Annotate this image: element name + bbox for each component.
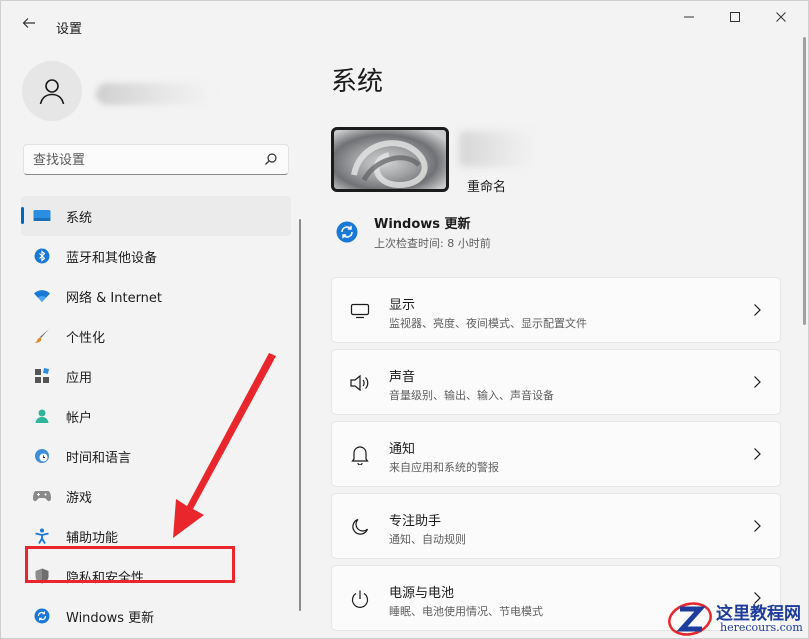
sidebar-item-label: 辅助功能 [66,530,119,546]
watermark-url: herecours.com [720,621,803,634]
sidebar-item-gaming[interactable]: 游戏 [21,476,291,516]
bluetooth-icon [33,247,51,265]
account-icon [33,407,51,425]
search-box[interactable] [23,144,289,175]
device-wallpaper-thumbnail [331,127,449,192]
bell-icon [349,444,371,466]
rename-link[interactable]: 重命名 [467,176,506,195]
device-name-redacted [459,131,539,167]
watermark: 这里教程网 herecours.com [664,597,808,638]
monitor-icon [33,207,51,225]
sidebar-item-label: 网络 & Internet [66,290,163,306]
page-title: 系统 [331,67,384,97]
sidebar-item-system[interactable]: 系统 [21,196,291,236]
search-input[interactable] [33,151,253,169]
windows-update-icon [336,221,358,243]
chevron-right-icon [754,304,761,316]
power-icon [349,588,371,610]
sidebar-item-label: 个性化 [66,330,106,346]
person-icon [39,79,65,105]
display-icon [349,300,371,322]
app-title: 设置 [56,22,83,37]
avatar[interactable] [22,61,82,121]
windows-update-status[interactable]: Windows 更新 上次检查时间: 8 小时前 [334,211,634,255]
sidebar-item-label: 应用 [66,370,93,386]
card-subtitle: 通知、自动规则 [389,533,466,546]
card-subtitle: 来自应用和系统的警报 [389,461,499,474]
watermark-logo-icon [668,602,712,636]
sidebar-item-label: Windows 更新 [66,610,155,626]
card-focus-assist[interactable]: 专注助手 通知、自动规则 [331,493,781,559]
search-icon[interactable] [264,152,278,166]
sidebar-item-label: 游戏 [66,490,93,506]
card-subtitle: 监视器、亮度、夜间模式、显示配置文件 [389,317,587,330]
card-sound[interactable]: 声音 音量级别、输出、输入、声音设备 [331,349,781,415]
card-subtitle: 睡眠、电池使用情况、节电模式 [389,605,543,618]
chevron-right-icon [754,376,761,388]
sidebar-item-apps[interactable]: 应用 [21,356,291,396]
sidebar-item-network[interactable]: 网络 & Internet [21,276,291,316]
card-title: 专注助手 [389,514,442,529]
wifi-icon [33,287,51,305]
card-subtitle: 音量级别、输出、输入、声音设备 [389,389,554,402]
sidebar-item-time-language[interactable]: 时间和语言 [21,436,291,476]
card-title: 显示 [389,298,416,313]
sidebar-scrollbar[interactable] [299,219,301,611]
windows-update-icon [33,607,51,625]
sidebar-item-accounts[interactable]: 帐户 [21,396,291,436]
sidebar-item-label: 蓝牙和其他设备 [66,250,158,266]
windows-update-last-check: 上次检查时间: 8 小时前 [374,237,491,250]
annotation-highlight-box [25,546,235,583]
sidebar-item-bluetooth[interactable]: 蓝牙和其他设备 [21,236,291,276]
chevron-right-icon [754,448,761,460]
settings-window: 设置 系统 [0,0,809,639]
speaker-icon [349,372,371,394]
settings-cards: 显示 监视器、亮度、夜间模式、显示配置文件 声音 音量级别、输出、输入、声音设备… [331,277,781,637]
sidebar-item-personalization[interactable]: 个性化 [21,316,291,356]
apps-icon [33,367,51,385]
chevron-right-icon [754,520,761,532]
accessibility-icon [33,527,51,545]
card-title: 通知 [389,442,416,457]
back-arrow-icon[interactable] [17,13,41,37]
title-bar: 设置 [1,1,808,41]
close-icon[interactable] [758,7,804,33]
card-title: 电源与电池 [389,586,455,601]
card-display[interactable]: 显示 监视器、亮度、夜间模式、显示配置文件 [331,277,781,343]
main-scrollbar[interactable] [803,37,806,325]
globe-clock-icon [33,447,51,465]
card-notifications[interactable]: 通知 来自应用和系统的警报 [331,421,781,487]
sidebar-item-label: 系统 [66,210,93,226]
gamepad-icon [33,487,51,505]
username-redacted [96,83,214,105]
windows-update-title: Windows 更新 [374,217,471,232]
card-title: 声音 [389,370,416,385]
maximize-icon[interactable] [712,7,758,33]
minimize-icon[interactable] [666,7,712,33]
brush-icon [33,327,51,345]
moon-icon [349,516,371,538]
sidebar-item-label: 帐户 [66,410,93,426]
sidebar-item-label: 时间和语言 [66,450,132,466]
sidebar-item-windows-update[interactable]: Windows 更新 [21,596,291,636]
